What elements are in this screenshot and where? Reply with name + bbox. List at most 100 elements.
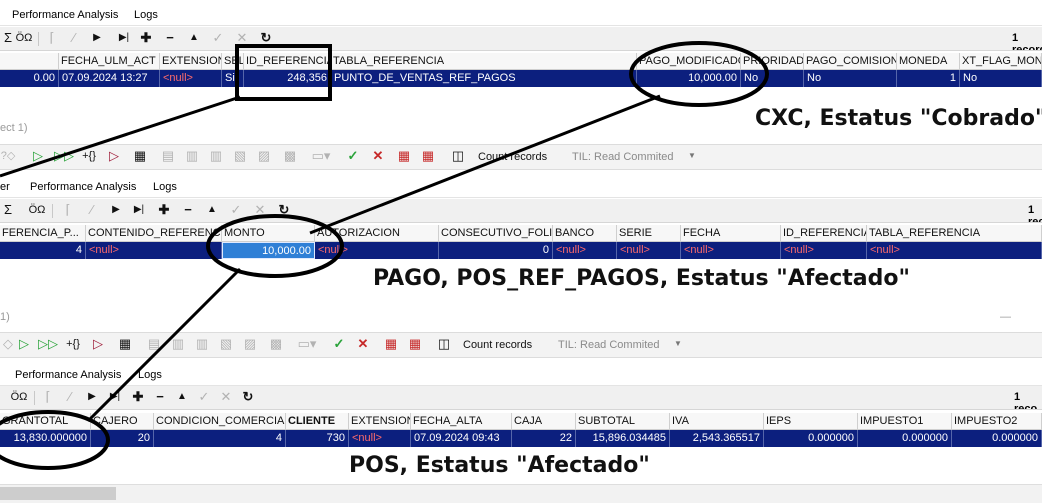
paste-icon[interactable]: ▥	[184, 148, 200, 164]
count-records-button[interactable]: Count records	[463, 339, 532, 351]
first-row-icon[interactable]: ⌈	[60, 202, 76, 218]
column-header[interactable]: IEPS	[764, 413, 858, 429]
til-selector[interactable]: TIL: Read Commited	[558, 339, 659, 351]
trash-icon[interactable]: ▧	[218, 336, 234, 352]
horizontal-scrollbar[interactable]	[0, 484, 1042, 503]
column-header[interactable]: GRANTOTAL	[0, 413, 91, 429]
table-cell[interactable]: 248,356	[244, 70, 331, 87]
table-cell[interactable]: 4	[154, 430, 286, 447]
table-cell[interactable]: <null>	[349, 430, 411, 447]
first-row-icon[interactable]: ⌈	[40, 389, 56, 405]
column-header[interactable]: TABLA_REFERENCIA	[331, 53, 637, 69]
table-cell[interactable]: <null>	[867, 242, 1042, 259]
menu-performance-analysis[interactable]: Performance Analysis	[30, 181, 136, 193]
column-header[interactable]: FECHA_ULM_ACT	[59, 53, 160, 69]
table-cell[interactable]: 20	[91, 430, 154, 447]
menu-performance-analysis[interactable]: Performance Analysis	[12, 9, 118, 21]
last-row-icon[interactable]: ▶|	[128, 202, 150, 218]
column-header[interactable]: CAJA	[512, 413, 576, 429]
paste2-icon[interactable]: ▥	[208, 148, 224, 164]
refresh-icon[interactable]: ↻	[276, 202, 292, 218]
refresh-icon[interactable]: ↻	[240, 389, 256, 405]
help-icon[interactable]: ?◇	[0, 148, 16, 164]
explain-icon[interactable]: ▷	[90, 336, 106, 352]
column-header[interactable]: FERENCIA_P...	[0, 225, 86, 241]
column-header[interactable]: XT_FLAG_MONIT	[960, 53, 1042, 69]
table-cell[interactable]: 1	[897, 70, 960, 87]
column-header[interactable]: TABLA_REFERENCIA	[867, 225, 1042, 241]
transaction-icon[interactable]: ◫	[450, 148, 466, 164]
column-header[interactable]: MONEDA	[897, 53, 960, 69]
trash-icon[interactable]: ▧	[232, 148, 248, 164]
format-icon[interactable]: ▭▾	[310, 148, 332, 164]
first-row-icon[interactable]: ⌈	[44, 30, 60, 46]
column-header[interactable]: SERIE	[617, 225, 681, 241]
function-icon[interactable]: +{}	[78, 148, 100, 164]
table-cell[interactable]: PUNTO_DE_VENTAS_REF_PAGOS	[331, 70, 637, 87]
plan-icon[interactable]: ▦	[117, 336, 133, 352]
save-icon[interactable]: ✓	[228, 202, 244, 218]
format-icon[interactable]: ▭▾	[296, 336, 318, 352]
table-cell[interactable]: 10,000.00	[637, 70, 741, 87]
column-header[interactable]: FECHA_ALTA	[411, 413, 512, 429]
menu-logs[interactable]: Logs	[138, 369, 162, 381]
cancel-icon[interactable]: ✕	[234, 30, 250, 46]
next-row-icon[interactable]: ▶	[89, 30, 105, 46]
add-row-icon[interactable]: ✚	[130, 389, 146, 405]
table-cell[interactable]: 730	[286, 430, 349, 447]
add-row-icon[interactable]: ✚	[138, 30, 154, 46]
table-cell[interactable]: <null>	[617, 242, 681, 259]
column-header[interactable]: IVA	[670, 413, 764, 429]
calendar2-icon[interactable]: ▦	[420, 148, 436, 164]
help-icon[interactable]: ◇	[0, 336, 16, 352]
lock-icon[interactable]: ▩	[268, 336, 284, 352]
column-header[interactable]: MONTO	[222, 225, 315, 241]
column-header[interactable]: EXTENSION	[160, 53, 222, 69]
table-cell[interactable]: 4	[0, 242, 86, 259]
grid2-row[interactable]: 4 <null> 10,000.00 <null> 0 <null> <null> <null…	[0, 242, 1042, 259]
column-header[interactable]: BANCO	[553, 225, 617, 241]
last-row-icon[interactable]: ▶|	[113, 30, 135, 46]
last-row-icon[interactable]: ▶|	[104, 389, 126, 405]
column-header[interactable]: CONDICION_COMERCIAL	[154, 413, 286, 429]
cancel-icon[interactable]: ✕	[252, 202, 268, 218]
chevron-down-icon[interactable]: ▼	[684, 148, 700, 164]
table-cell[interactable]: 15,896.034485	[576, 430, 670, 447]
table-cell[interactable]: <null>	[781, 242, 867, 259]
explain-icon[interactable]: ▷	[106, 148, 122, 164]
delete-row-icon[interactable]: −	[180, 202, 196, 218]
paste-icon[interactable]: ▥	[170, 336, 186, 352]
oo-icon[interactable]: ÖΩ	[26, 202, 48, 218]
calendar2-icon[interactable]: ▦	[407, 336, 423, 352]
table-cell[interactable]: 07.09.2024 09:43	[411, 430, 512, 447]
table-cell[interactable]: No	[960, 70, 1042, 87]
commit-icon[interactable]: ✓	[331, 336, 347, 352]
table-cell[interactable]: <null>	[315, 242, 439, 259]
prev-row-icon[interactable]: ⁄	[66, 30, 82, 46]
table-cell[interactable]: 0.000000	[952, 430, 1042, 447]
column-header[interactable]: SUBTOTAL	[576, 413, 670, 429]
plan-icon[interactable]: ▦	[132, 148, 148, 164]
oo-icon[interactable]: ÖΩ	[8, 389, 30, 405]
prev-row-icon[interactable]: ⁄	[62, 389, 78, 405]
table-cell[interactable]: No	[741, 70, 804, 87]
minimize-icon[interactable]: —	[1000, 311, 1011, 323]
table-cell[interactable]: <null>	[160, 70, 222, 87]
column-header[interactable]: ID_REFERENCIA	[781, 225, 867, 241]
move-up-icon[interactable]: ▲	[204, 202, 220, 218]
save-icon[interactable]: ✓	[210, 30, 226, 46]
column-header[interactable]	[0, 53, 59, 69]
next-row-icon[interactable]: ▶	[84, 389, 100, 405]
add-row-icon[interactable]: ✚	[156, 202, 172, 218]
run-script-icon[interactable]: ▷▷	[54, 148, 74, 164]
table-cell[interactable]: 0	[439, 242, 553, 259]
column-header[interactable]: CONTENIDO_REFERENCIA	[86, 225, 222, 241]
rollback-icon[interactable]: ✕	[370, 148, 386, 164]
table-cell[interactable]: 07.09.2024 13:27	[59, 70, 160, 87]
column-header[interactable]: CONSECUTIVO_FOLIO	[439, 225, 553, 241]
column-header[interactable]: PRIORIDAD	[741, 53, 804, 69]
clipboard-icon[interactable]: ▤	[160, 148, 176, 164]
table-cell[interactable]: 0.000000	[764, 430, 858, 447]
table-cell[interactable]: 13,830.000000	[0, 430, 91, 447]
menu-logs[interactable]: Logs	[134, 9, 158, 21]
